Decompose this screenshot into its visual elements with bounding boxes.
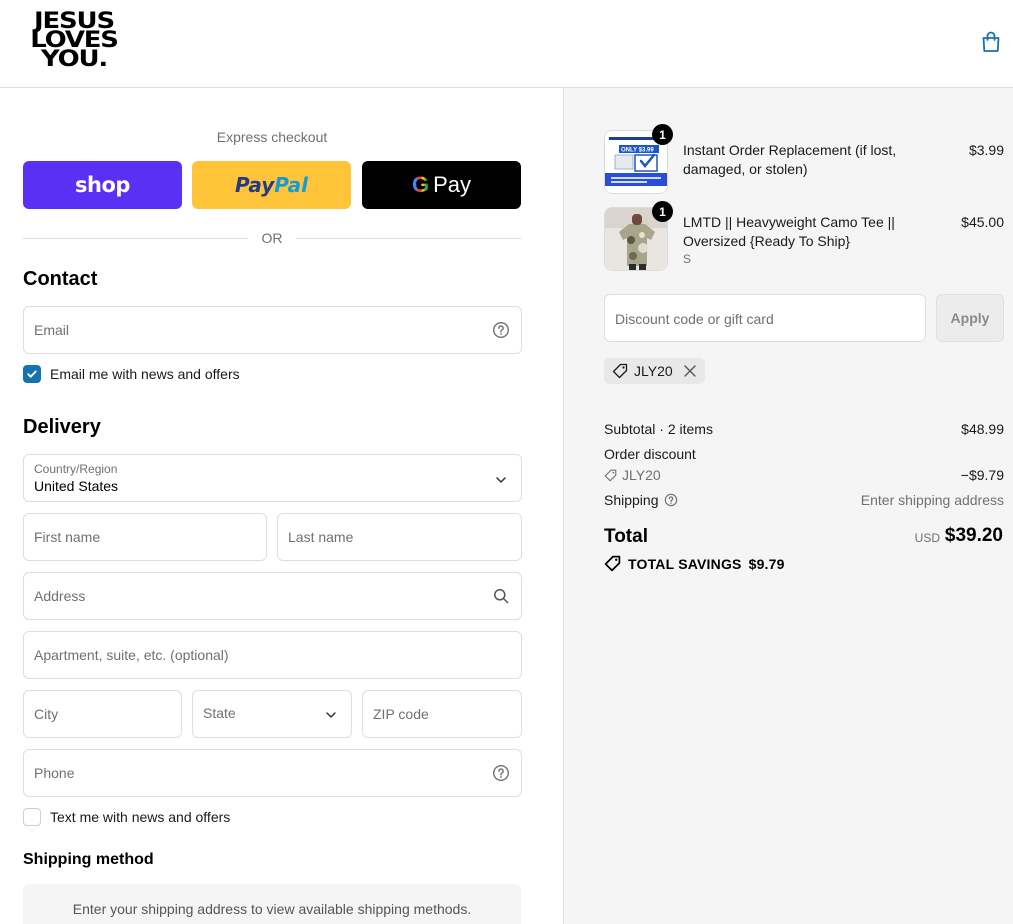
cart-button[interactable] bbox=[978, 29, 1004, 55]
apply-button[interactable]: Apply bbox=[936, 294, 1004, 342]
order-discount-label: Order discount bbox=[604, 446, 696, 462]
discount-code-line: JLY20 bbox=[604, 467, 661, 483]
paypal-label-part1: Pay bbox=[234, 173, 275, 197]
discount-placeholder: Discount code or gift card bbox=[615, 311, 774, 327]
line-item: ONLY $3.99 1 Instant Order Replacement (… bbox=[604, 124, 1004, 194]
discount-code-field[interactable]: Discount code or gift card bbox=[604, 294, 926, 342]
product-price: $3.99 bbox=[968, 142, 1004, 158]
email-field[interactable]: Email bbox=[23, 306, 522, 354]
subtotal-value: $48.99 bbox=[961, 421, 1004, 437]
tag-icon bbox=[604, 469, 617, 481]
chevron-down-icon bbox=[496, 477, 506, 483]
shipping-label: Shipping bbox=[604, 492, 659, 508]
google-pay-label: Pay bbox=[433, 172, 472, 197]
state-placeholder: State bbox=[203, 705, 236, 721]
city-field[interactable]: City bbox=[23, 690, 182, 738]
divider-line bbox=[296, 238, 521, 239]
shop-pay-button[interactable]: shop bbox=[23, 161, 182, 209]
help-icon[interactable] bbox=[492, 321, 510, 339]
total-savings: TOTAL SAVINGS $9.79 bbox=[604, 555, 785, 572]
shipping-method-notice: Enter your shipping address to view avai… bbox=[23, 884, 521, 924]
or-divider: OR bbox=[23, 230, 521, 246]
total-label: Total bbox=[604, 526, 648, 547]
order-discount-row: Order discount bbox=[604, 446, 1004, 462]
shipping-row: Shipping Enter shipping address bbox=[604, 492, 1004, 508]
address-placeholder: Address bbox=[34, 588, 86, 604]
shop-pay-label: shop bbox=[75, 173, 130, 197]
quantity-badge: 1 bbox=[652, 201, 673, 222]
phone-placeholder: Phone bbox=[34, 765, 75, 781]
product-price: $45.00 bbox=[961, 214, 1004, 230]
subtotal-label: Subtotal · 2 items bbox=[604, 421, 713, 437]
express-checkout-label: Express checkout bbox=[216, 129, 328, 145]
logo-line: YOU. bbox=[40, 47, 108, 72]
product-name: LMTD || Heavyweight Camo Tee || Oversize… bbox=[683, 214, 895, 249]
order-summary: ONLY $3.99 1 Instant Order Replacement (… bbox=[563, 88, 1013, 924]
text-news-checkbox[interactable] bbox=[23, 808, 41, 826]
phone-field[interactable]: Phone bbox=[23, 749, 522, 797]
first-name-field[interactable]: First name bbox=[23, 513, 267, 561]
bag-icon bbox=[982, 31, 1000, 52]
tag-icon bbox=[612, 363, 628, 379]
email-news-checkbox[interactable] bbox=[23, 365, 41, 383]
text-news-label: Text me with news and offers bbox=[50, 809, 231, 825]
product-name: Instant Order Replacement (if lost, dama… bbox=[683, 142, 897, 177]
shipping-method-title: Shipping method bbox=[23, 851, 154, 868]
country-label: Country/Region bbox=[34, 462, 118, 476]
apartment-placeholder: Apartment, suite, etc. (optional) bbox=[34, 647, 229, 663]
text-news-option[interactable]: Text me with news and offers bbox=[23, 808, 230, 826]
savings-label: TOTAL SAVINGS bbox=[628, 555, 742, 572]
email-news-label: Email me with news and offers bbox=[50, 366, 240, 382]
tag-icon bbox=[604, 555, 621, 572]
discount-code-row: JLY20 −$9.79 bbox=[604, 467, 1004, 485]
shipping-label-group: Shipping bbox=[604, 492, 678, 508]
google-pay-button[interactable]: G Pay bbox=[362, 161, 521, 209]
total-amount: $39.20 bbox=[944, 525, 1003, 546]
state-select[interactable]: State bbox=[192, 690, 352, 738]
help-icon[interactable] bbox=[664, 493, 678, 507]
last-name-placeholder: Last name bbox=[288, 529, 354, 545]
applied-discount-chip: JLY20 bbox=[604, 358, 705, 384]
product-variant: S bbox=[683, 252, 692, 266]
discount-code-label: JLY20 bbox=[622, 467, 661, 483]
paypal-button[interactable]: Pay Pal bbox=[192, 161, 351, 209]
check-icon bbox=[27, 370, 37, 378]
brand-logo[interactable]: JESUS LOVES YOU. bbox=[23, 11, 125, 71]
address-field[interactable]: Address bbox=[23, 572, 522, 620]
email-news-option[interactable]: Email me with news and offers bbox=[23, 365, 240, 383]
city-placeholder: City bbox=[34, 706, 59, 722]
quantity-badge: 1 bbox=[652, 124, 673, 145]
apartment-field[interactable]: Apartment, suite, etc. (optional) bbox=[23, 631, 522, 679]
remove-code-icon[interactable] bbox=[683, 364, 697, 378]
google-g-icon: G bbox=[411, 172, 430, 197]
subtotal-row: Subtotal · 2 items $48.99 bbox=[604, 421, 1004, 437]
email-placeholder: Email bbox=[34, 322, 70, 338]
first-name-placeholder: First name bbox=[34, 529, 101, 545]
line-item: 1 LMTD || Heavyweight Camo Tee || Oversi… bbox=[604, 201, 1004, 271]
total-currency: USD bbox=[914, 531, 940, 545]
thumb-text: ONLY $3.99 bbox=[621, 148, 654, 154]
discount-value: −$9.79 bbox=[960, 467, 1004, 483]
country-value: United States bbox=[34, 478, 119, 494]
delivery-title: Delivery bbox=[23, 416, 101, 438]
savings-value: $9.79 bbox=[748, 555, 785, 572]
paypal-label-part2: Pal bbox=[274, 173, 309, 197]
country-select[interactable]: Country/Region United States bbox=[23, 454, 522, 502]
shipping-value: Enter shipping address bbox=[860, 492, 1004, 508]
applied-code: JLY20 bbox=[634, 363, 673, 379]
contact-title: Contact bbox=[23, 268, 98, 290]
zip-placeholder: ZIP code bbox=[373, 706, 429, 722]
search-icon bbox=[494, 589, 509, 604]
zip-field[interactable]: ZIP code bbox=[362, 690, 522, 738]
last-name-field[interactable]: Last name bbox=[277, 513, 522, 561]
help-icon[interactable] bbox=[492, 764, 510, 782]
chevron-down-icon bbox=[326, 712, 336, 718]
checkout-form: Express checkout shop Pay Pal G Pay OR Co… bbox=[0, 88, 563, 924]
header: JESUS LOVES YOU. bbox=[0, 0, 1013, 88]
